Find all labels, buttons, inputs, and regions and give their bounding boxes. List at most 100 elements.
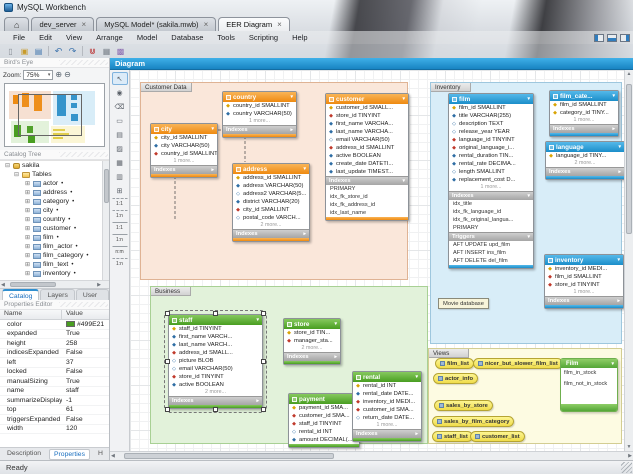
collapse-arrow-icon[interactable]: ▾ bbox=[303, 166, 306, 172]
view-figure-sales_by_store[interactable]: sales_by_store bbox=[434, 400, 493, 411]
rel-1-1-non-identifying-tool-icon[interactable]: 1:1 bbox=[112, 198, 128, 209]
tree-expander-icon[interactable]: ⊞ bbox=[24, 243, 31, 250]
collapse-arrow-icon[interactable]: ▾ bbox=[618, 144, 621, 150]
section-row[interactable]: idx_fk_original_langua... bbox=[449, 216, 533, 224]
collapse-arrow-icon[interactable]: ▾ bbox=[402, 96, 405, 102]
section-expand-icon[interactable]: ▾ bbox=[527, 234, 530, 240]
section-bar-indexes[interactable]: Indexes▸ bbox=[169, 396, 262, 405]
section-row[interactable]: AFT DELETE del_film bbox=[449, 257, 533, 265]
selection-handle[interactable] bbox=[165, 359, 170, 364]
menu-view[interactable]: View bbox=[59, 33, 89, 42]
tree-expander-icon[interactable]: ⊞ bbox=[24, 189, 31, 196]
toggle-bottom-panel-icon[interactable] bbox=[607, 34, 617, 42]
routine-group-tool-icon[interactable]: ⊞ bbox=[112, 184, 128, 197]
tree-item-category[interactable]: ⊞category• bbox=[0, 197, 109, 206]
rel-n-m-identifying-tool-icon[interactable]: n:m bbox=[112, 246, 128, 257]
tree-expander-icon[interactable]: ⊞ bbox=[24, 198, 31, 205]
table-column-row[interactable]: ◇length SMALLINT bbox=[449, 168, 533, 176]
section-row[interactable]: idx_last_name bbox=[326, 209, 408, 217]
section-bar-triggers[interactable]: Triggers▾ bbox=[449, 232, 533, 241]
zoom-out-icon[interactable]: ⊖ bbox=[64, 71, 71, 79]
table-column-row[interactable]: ◆rental_id INT bbox=[353, 382, 421, 390]
view-figure-nicer_but_slower_film_list[interactable]: nicer_but_slower_film_list bbox=[473, 358, 563, 369]
property-row[interactable]: top61 bbox=[0, 406, 109, 416]
section-bar-indexes[interactable]: Indexes▸ bbox=[223, 125, 296, 134]
table-header[interactable]: film_cate...▾ bbox=[550, 91, 618, 101]
table-column-row[interactable]: ◆title VARCHAR(255) bbox=[449, 112, 533, 120]
tree-expander-icon[interactable]: ⊞ bbox=[24, 216, 31, 223]
property-row[interactable]: namestaff bbox=[0, 387, 109, 397]
zoom-combobox[interactable]: 75% ▾ bbox=[23, 70, 53, 80]
table-column-row[interactable]: ◆staff_id TINYINT bbox=[169, 325, 262, 333]
tree-item-actor[interactable]: ⊞actor• bbox=[0, 179, 109, 188]
property-row[interactable]: lockedFalse bbox=[0, 368, 109, 378]
section-row[interactable]: idx_fk_language_id bbox=[449, 208, 533, 216]
pan-tool-icon[interactable]: ◉ bbox=[112, 86, 128, 99]
section-row[interactable]: idx_fk_store_id bbox=[326, 193, 408, 201]
routine-group-header[interactable]: Film▾ bbox=[561, 359, 617, 368]
view-figure-sales_by_film_category[interactable]: sales_by_film_category bbox=[432, 416, 514, 427]
table-column-row[interactable]: ◆district VARCHAR(20) bbox=[233, 198, 309, 206]
table-figure-city[interactable]: city▾◆city_id SMALLINT◆city VARCHAR(50)◆… bbox=[150, 123, 218, 178]
note-tool-icon[interactable]: ▤ bbox=[112, 128, 128, 141]
eraser-tool-icon[interactable]: ⌫ bbox=[112, 100, 128, 113]
selection-handle[interactable] bbox=[261, 311, 266, 316]
tree-expander-icon[interactable]: ⊞ bbox=[24, 225, 31, 232]
redo-button-icon[interactable]: ↷ bbox=[66, 45, 79, 57]
rel-1-n-existing-tool-icon[interactable]: 1:n bbox=[112, 258, 128, 269]
eer-diagram-canvas[interactable]: Customer DataInventoryBusinessViewscity▾… bbox=[130, 70, 624, 451]
table-column-row[interactable]: ◆address_id SMALL... bbox=[169, 349, 262, 357]
more-columns-label[interactable]: 1 more... bbox=[545, 289, 623, 296]
collapse-arrow-icon[interactable]: ▾ bbox=[256, 317, 259, 323]
table-column-row[interactable]: ◇postal_code VARCH... bbox=[233, 214, 309, 222]
section-expand-icon[interactable]: ▸ bbox=[290, 127, 293, 133]
table-column-row[interactable]: ◆rental_duration TIN... bbox=[449, 152, 533, 160]
section-expand-icon[interactable]: ▸ bbox=[617, 298, 620, 304]
table-column-row[interactable]: ◆city VARCHAR(50) bbox=[151, 142, 217, 150]
table-figure-store[interactable]: store▾◆store_id TIN...◆manager_sta...2 m… bbox=[283, 318, 341, 365]
zoom-in-icon[interactable]: ⊕ bbox=[55, 71, 62, 79]
menu-database[interactable]: Database bbox=[164, 33, 210, 42]
property-row[interactable]: width120 bbox=[0, 425, 109, 435]
section-expand-icon[interactable]: ▸ bbox=[612, 126, 615, 132]
section-expand-icon[interactable]: ▸ bbox=[618, 169, 621, 175]
document-tab-dev_server[interactable]: dev_server× bbox=[31, 17, 94, 31]
table-column-row[interactable]: ◆customer_id SMALL... bbox=[326, 104, 408, 112]
resize-grip[interactable] bbox=[621, 462, 632, 473]
canvas-horizontal-scrollbar[interactable]: ◀ ▶ bbox=[110, 451, 633, 460]
panel-tab-user-types[interactable]: User Types bbox=[76, 289, 109, 300]
rel-1-n-non-identifying-tool-icon[interactable]: 1:n bbox=[112, 210, 128, 221]
table-column-row[interactable]: ◆address_id SMALLINT bbox=[326, 144, 408, 152]
menu-help[interactable]: Help bbox=[285, 33, 314, 42]
tree-expander-icon[interactable]: ⊟ bbox=[13, 171, 20, 178]
toggle-left-sidebar-icon[interactable] bbox=[594, 34, 604, 42]
collapse-arrow-icon[interactable]: ▾ bbox=[290, 94, 293, 100]
menu-model[interactable]: Model bbox=[130, 33, 164, 42]
home-tab[interactable]: ⌂ bbox=[4, 17, 29, 31]
tree-item-address[interactable]: ⊞address• bbox=[0, 188, 109, 197]
table-column-row[interactable]: ◆active BOOLEAN bbox=[326, 152, 408, 160]
tab-close-icon[interactable]: × bbox=[277, 21, 282, 29]
table-figure-rental[interactable]: rental▾◆rental_id INT◆rental_date DATE..… bbox=[352, 371, 422, 442]
document-tab-mysql[interactable]: MySQL Model* (sakila.mwb)× bbox=[96, 17, 216, 31]
section-expand-icon[interactable]: ▸ bbox=[334, 354, 337, 360]
collapse-arrow-icon[interactable]: ▾ bbox=[527, 96, 530, 102]
section-row[interactable]: idx_fk_address_id bbox=[326, 201, 408, 209]
table-column-row[interactable]: ◆store_id TIN... bbox=[284, 329, 340, 337]
table-figure-payment[interactable]: payment▾◆payment_id SMA...◆customer_id S… bbox=[288, 393, 360, 448]
tree-expander-icon[interactable]: ⊞ bbox=[24, 234, 31, 241]
table-column-row[interactable]: ◆city_id SMALLINT bbox=[233, 206, 309, 214]
selection-handle[interactable] bbox=[165, 407, 170, 412]
grid-toggle-icon[interactable]: ▦ bbox=[100, 45, 113, 57]
table-header[interactable]: country▾ bbox=[223, 92, 296, 102]
tree-expander-icon[interactable]: ⊞ bbox=[24, 207, 31, 214]
table-column-row[interactable]: ◆customer_id SMA... bbox=[289, 412, 359, 420]
table-column-row[interactable]: ◆payment_id SMA... bbox=[289, 404, 359, 412]
more-columns-label[interactable]: 2 more... bbox=[233, 222, 309, 229]
table-column-row[interactable]: ◆store_id TINYINT bbox=[545, 281, 623, 289]
table-column-row[interactable]: ◆address VARCHAR(50) bbox=[233, 182, 309, 190]
scroll-left-arrow-icon[interactable]: ◀ bbox=[1, 281, 5, 289]
section-expand-icon[interactable]: ▸ bbox=[303, 231, 306, 237]
table-column-row[interactable]: ◆first_name VARCHA... bbox=[326, 120, 408, 128]
layer-tool-icon[interactable]: ▭ bbox=[112, 114, 128, 127]
